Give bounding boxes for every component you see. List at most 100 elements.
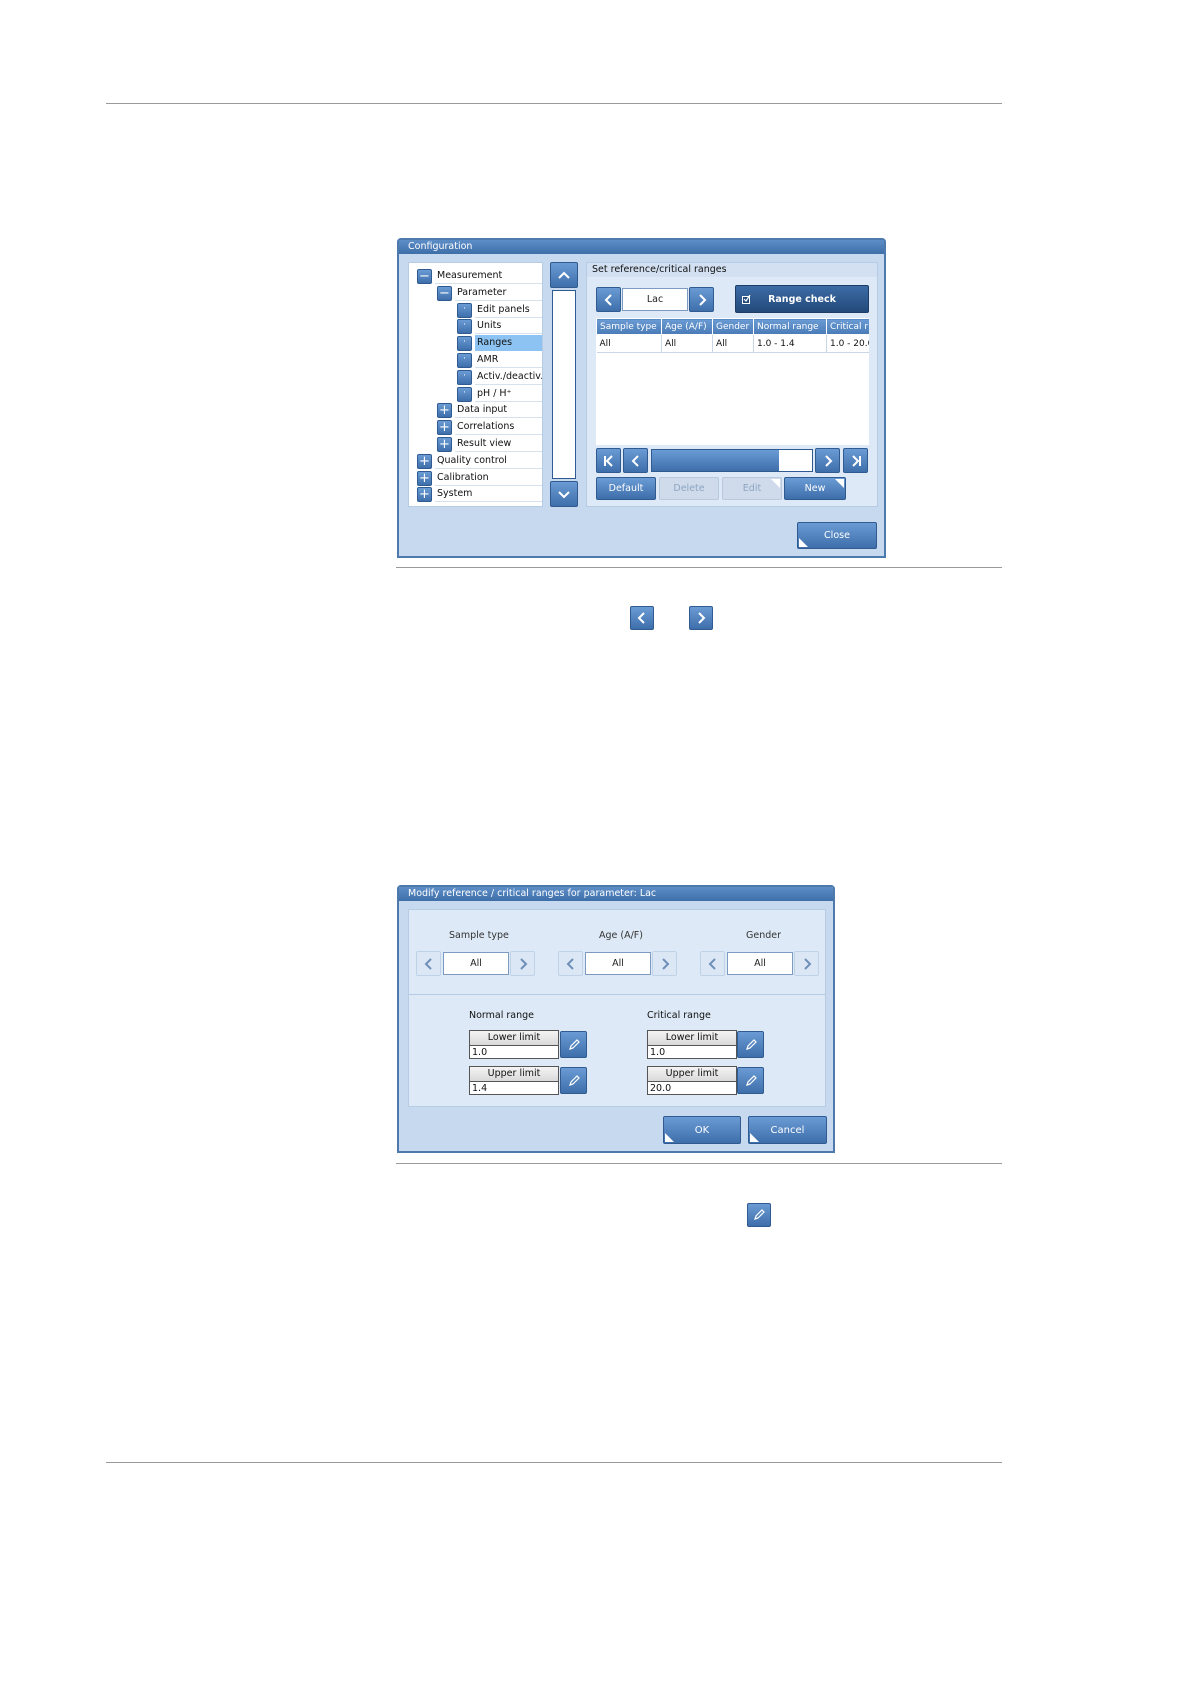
tree-item[interactable]: · pH / H⁺: [409, 386, 542, 402]
new-label: New: [804, 483, 826, 494]
edit-normal-upper-button[interactable]: [560, 1067, 587, 1094]
column-header[interactable]: Normal range: [753, 318, 827, 335]
tree-item-label: Edit panels: [475, 302, 542, 318]
gender-field[interactable]: All: [727, 952, 793, 975]
critical-lower-limit: Lower limit 1.0: [647, 1030, 737, 1059]
checkbox-icon: [742, 295, 751, 304]
tree-item[interactable]: + Result view: [409, 436, 542, 452]
expand-icon[interactable]: +: [437, 437, 452, 452]
age-field[interactable]: All: [585, 952, 651, 975]
dialog-title: Modify reference / critical ranges for p…: [399, 887, 833, 901]
chevron-left-icon: [566, 957, 574, 970]
parameter-prev-button[interactable]: [596, 287, 621, 312]
gender-label: Gender: [746, 930, 782, 941]
tree-item[interactable]: · Activ./deactiv.: [409, 369, 542, 385]
first-page-button[interactable]: [596, 448, 621, 473]
chevron-left-icon: [604, 293, 612, 306]
tree-item-label: Activ./deactiv.: [475, 369, 542, 385]
normal-upper-header: Upper limit: [470, 1067, 558, 1082]
tree-item[interactable]: + Quality control: [409, 453, 542, 469]
tree-item[interactable]: − Measurement: [409, 268, 542, 284]
edit-critical-lower-button[interactable]: [737, 1031, 764, 1058]
last-page-button[interactable]: [843, 448, 868, 473]
tree-item[interactable]: · Units: [409, 318, 542, 335]
scroll-down-button[interactable]: [550, 481, 578, 507]
delete-button[interactable]: Delete: [659, 477, 719, 500]
expand-icon[interactable]: +: [437, 420, 452, 436]
page-next-button[interactable]: [815, 448, 840, 473]
parameter-next-button[interactable]: [689, 287, 714, 312]
chevron-up-icon: [558, 271, 570, 279]
ranges-table-area: Sample type Age (A/F) Gender Normal range Cr…: [596, 318, 869, 445]
tree-item[interactable]: − Parameter: [409, 285, 542, 301]
horizontal-scroll-thumb[interactable]: [779, 450, 812, 471]
tree-item[interactable]: + Calibration: [409, 470, 542, 486]
new-button[interactable]: New: [784, 477, 846, 500]
modify-panel: Sample type All Age (A/F) All Gender All…: [408, 909, 826, 1107]
scroll-track[interactable]: [552, 290, 576, 479]
tree-item[interactable]: · Edit panels: [409, 302, 542, 318]
chevron-left-icon: [708, 957, 716, 970]
edit-label: Edit: [742, 483, 762, 494]
inline-prev-icon: [630, 606, 654, 630]
column-header[interactable]: Age (A/F): [661, 318, 713, 335]
sample-type-field[interactable]: All: [443, 952, 509, 975]
column-header[interactable]: Critical r: [826, 318, 869, 335]
sample-type-prev-button[interactable]: [416, 951, 441, 976]
table-cell: All: [596, 334, 662, 353]
tree-item[interactable]: · AMR: [409, 352, 542, 368]
normal-range-label: Normal range: [469, 1010, 535, 1021]
age-label: Age (A/F): [599, 930, 643, 941]
page-prev-button[interactable]: [623, 448, 648, 473]
gender-prev-button[interactable]: [700, 951, 725, 976]
table-row[interactable]: All All All 1.0 - 1.4 1.0 - 20.0: [596, 334, 869, 353]
tree-item-label: Data input: [455, 402, 542, 419]
expand-icon[interactable]: +: [417, 453, 432, 469]
bottom-rule: [106, 1462, 1002, 1463]
parameter-field[interactable]: Lac: [622, 288, 688, 311]
range-check-toggle[interactable]: Range check: [735, 285, 869, 313]
close-button[interactable]: Close: [797, 522, 877, 549]
normal-upper-value: 1.4: [472, 1083, 488, 1094]
chevron-left-icon: [424, 957, 432, 970]
expand-icon[interactable]: +: [437, 403, 452, 419]
collapse-icon[interactable]: −: [437, 285, 452, 301]
modify-ranges-dialog: Modify reference / critical ranges for p…: [397, 885, 835, 1153]
chevron-left-icon: [637, 612, 645, 624]
tree-item-label: Correlations: [455, 419, 542, 436]
chevron-right-icon: [698, 612, 706, 624]
critical-lower-value: 1.0: [650, 1047, 666, 1058]
corner-mark: [835, 479, 844, 488]
chevron-right-icon: [661, 957, 669, 970]
expand-icon[interactable]: +: [417, 470, 432, 486]
edit-normal-lower-button[interactable]: [560, 1031, 587, 1058]
tree-item[interactable]: + Correlations: [409, 419, 542, 436]
scroll-up-button[interactable]: [550, 262, 578, 288]
critical-upper-header: Upper limit: [648, 1067, 736, 1082]
column-header[interactable]: Sample type: [596, 318, 662, 335]
range-check-label: Range check: [768, 293, 836, 305]
leaf-icon: ·: [457, 386, 472, 402]
sample-type-next-button[interactable]: [510, 951, 535, 976]
panel-header: Set reference/critical ranges: [587, 263, 877, 277]
age-next-button[interactable]: [652, 951, 677, 976]
tree-item-label: Result view: [455, 436, 542, 452]
horizontal-scroll-track[interactable]: [651, 449, 813, 472]
ok-button[interactable]: OK: [663, 1116, 741, 1144]
default-button[interactable]: Default: [596, 477, 656, 500]
chevron-right-icon: [824, 454, 832, 467]
default-label: Default: [608, 483, 644, 494]
age-prev-button[interactable]: [558, 951, 583, 976]
cancel-button[interactable]: Cancel: [748, 1116, 827, 1144]
gender-next-button[interactable]: [794, 951, 819, 976]
column-header[interactable]: Gender: [712, 318, 754, 335]
expand-icon[interactable]: +: [417, 487, 432, 503]
collapse-icon[interactable]: −: [417, 269, 432, 284]
tree-item[interactable]: + System: [409, 486, 542, 503]
pencil-icon: [568, 1038, 580, 1050]
edit-critical-upper-button[interactable]: [737, 1067, 764, 1094]
edit-button[interactable]: Edit: [722, 477, 782, 500]
tree-item[interactable]: · Ranges: [409, 335, 542, 352]
tree-item-label: Units: [475, 318, 542, 335]
tree-item[interactable]: + Data input: [409, 402, 542, 419]
